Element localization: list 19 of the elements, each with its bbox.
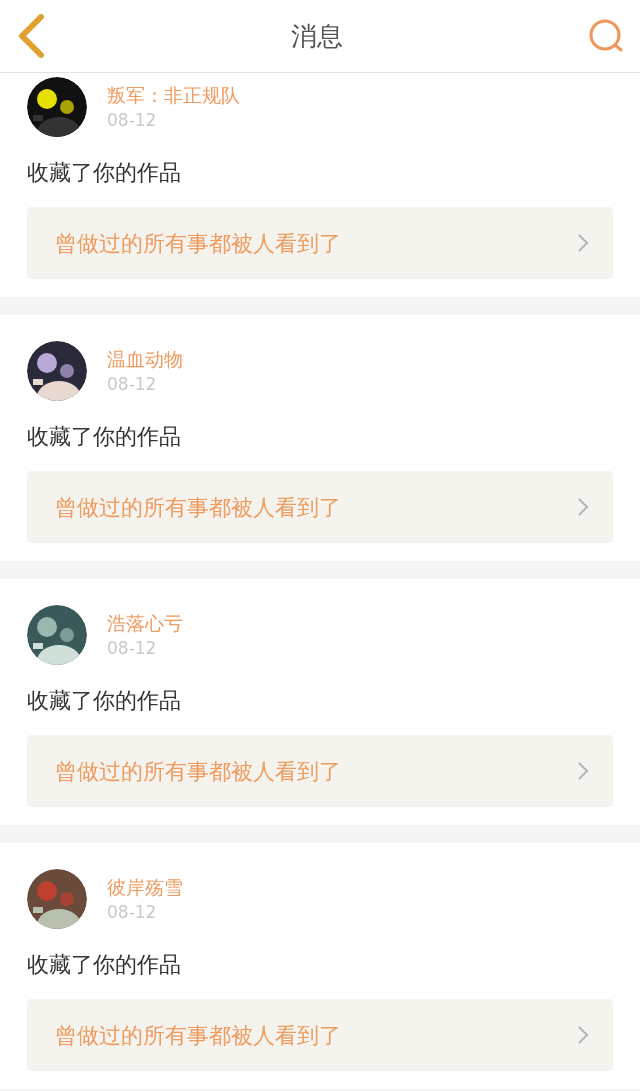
user-name[interactable]: 浩落心亏 [107, 610, 183, 636]
back-icon[interactable] [16, 14, 46, 58]
work-link[interactable]: 曾做过的所有事都被人看到了 [27, 471, 613, 543]
message-text: 收藏了你的作品 [27, 951, 182, 979]
page-title: 消息 [291, 19, 343, 53]
user-name[interactable]: 温血动物 [107, 346, 183, 372]
chevron-right-icon [577, 761, 589, 781]
user-name[interactable]: 彼岸殇雪 [107, 874, 183, 900]
chevron-right-icon [577, 233, 589, 253]
message-text: 收藏了你的作品 [27, 159, 182, 187]
search-icon[interactable] [588, 19, 624, 53]
work-link[interactable]: 曾做过的所有事都被人看到了 [27, 999, 613, 1071]
chevron-right-icon [577, 497, 589, 517]
work-link[interactable]: 曾做过的所有事都被人看到了 [27, 735, 613, 807]
user-name[interactable]: 叛军：非正规队 [107, 82, 240, 108]
chevron-right-icon [577, 1025, 589, 1045]
message-text: 收藏了你的作品 [27, 423, 182, 451]
work-link[interactable]: 曾做过的所有事都被人看到了 [27, 207, 613, 279]
message-text: 收藏了你的作品 [27, 687, 182, 715]
